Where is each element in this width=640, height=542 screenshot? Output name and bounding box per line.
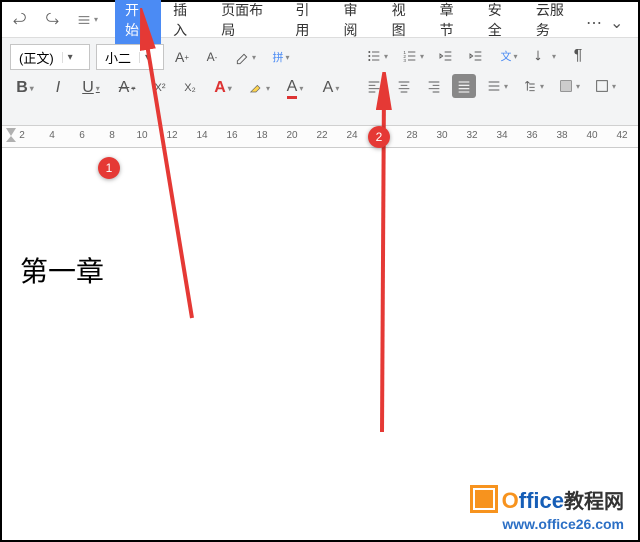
ruler-mark: 28 — [406, 130, 417, 141]
ribbon: (正文) ▾ 小二 ▾ A+ A- 拼 B I U A X² X₂ A — [2, 38, 638, 126]
undo-button[interactable] — [8, 8, 32, 32]
quick-access-toolbar — [8, 8, 114, 32]
document-heading[interactable]: 第一章 — [20, 250, 104, 290]
shrink-font-button[interactable]: A- — [200, 45, 224, 69]
ruler-mark: 42 — [616, 130, 627, 141]
callout-badge-2: 2 — [368, 126, 390, 148]
styles-group — [628, 38, 640, 104]
font-group: (正文) ▾ 小二 ▾ A+ A- 拼 B I U A X² X₂ A — [2, 38, 354, 106]
ruler-mark: 2 — [19, 130, 25, 141]
ruler-mark: 8 — [109, 130, 115, 141]
style-selector[interactable]: (正文) ▾ — [10, 44, 90, 70]
grow-font-button[interactable]: A+ — [170, 45, 194, 69]
justify-button[interactable] — [452, 74, 476, 98]
left-indent-marker[interactable] — [6, 128, 18, 142]
line-spacing-button[interactable] — [518, 74, 548, 98]
show-marks-button[interactable]: ¶ — [566, 44, 590, 68]
paragraph-group: 123 文 ¶ — [354, 38, 628, 104]
ruler-mark: 36 — [526, 130, 537, 141]
strikethrough-button[interactable]: A — [112, 76, 142, 100]
ruler-mark: 14 — [196, 130, 207, 141]
ruler-mark: 20 — [286, 130, 297, 141]
chevron-down-icon: ▾ — [62, 52, 78, 63]
decrease-indent-button[interactable] — [434, 44, 458, 68]
callout-badge-1: 1 — [98, 157, 120, 179]
ruler-mark: 24 — [346, 130, 357, 141]
borders-button[interactable] — [590, 74, 620, 98]
italic-button[interactable]: I — [46, 76, 70, 100]
ruler-mark: 22 — [316, 130, 327, 141]
tabbar-right: ⋯ ⌄ — [586, 13, 632, 27]
align-left-button[interactable] — [362, 74, 386, 98]
ruler-mark: 18 — [256, 130, 267, 141]
watermark-ffice: ffice — [519, 488, 564, 513]
phonetic-guide-button[interactable]: 拼 — [266, 45, 296, 69]
increase-indent-button[interactable] — [464, 44, 488, 68]
new-style-button[interactable] — [636, 74, 640, 98]
underline-button[interactable]: U — [76, 76, 106, 100]
ruler-mark: 10 — [136, 130, 147, 141]
font-size-selector[interactable]: 小二 ▾ — [96, 44, 164, 70]
office-logo-icon — [470, 485, 498, 513]
subscript-button[interactable]: X₂ — [178, 76, 202, 100]
shading-button[interactable] — [554, 74, 584, 98]
superscript-button[interactable]: X² — [148, 76, 172, 100]
ruler-mark: 12 — [166, 130, 177, 141]
numbering-button[interactable]: 123 — [398, 44, 428, 68]
ruler-mark: 4 — [49, 130, 55, 141]
clear-format-button[interactable] — [230, 45, 260, 69]
align-center-button[interactable] — [392, 74, 416, 98]
text-effects-button[interactable]: A — [208, 76, 238, 100]
align-right-button[interactable] — [422, 74, 446, 98]
ruler-mark: 16 — [226, 130, 237, 141]
chevron-down-icon: ▾ — [139, 52, 155, 63]
style-selector-value: (正文) — [11, 48, 62, 67]
char-shading-button[interactable]: A — [316, 76, 346, 100]
ruler-mark: 34 — [496, 130, 507, 141]
bullets-button[interactable] — [362, 44, 392, 68]
highlight-button[interactable] — [244, 76, 274, 100]
font-color-button[interactable]: A — [280, 76, 310, 100]
watermark-url: www.office26.com — [470, 516, 624, 532]
collapse-icon[interactable]: ⌄ — [610, 13, 624, 27]
sort-button[interactable] — [530, 44, 560, 68]
redo-button[interactable] — [40, 8, 64, 32]
font-size-value: 小二 — [97, 48, 139, 67]
ruler-mark: 30 — [436, 130, 447, 141]
watermark-cn: 教程网 — [564, 491, 624, 513]
watermark-o: O — [502, 488, 519, 513]
style-gallery-button[interactable] — [636, 44, 640, 68]
document-canvas[interactable]: 第一章 — [2, 150, 638, 540]
watermark: Office教程网 www.office26.com — [470, 485, 624, 532]
horizontal-ruler[interactable]: 24681012141618202224262830323436384042 — [2, 126, 638, 148]
svg-text:3: 3 — [403, 58, 406, 63]
text-direction-button[interactable]: 文 — [494, 44, 524, 68]
ruler-mark: 6 — [79, 130, 85, 141]
ruler-mark: 40 — [586, 130, 597, 141]
shrink-ribbon-icon[interactable]: ⋯ — [586, 13, 600, 27]
ruler-mark: 38 — [556, 130, 567, 141]
distribute-button[interactable] — [482, 74, 512, 98]
ruler-mark: 32 — [466, 130, 477, 141]
qat-more-button[interactable] — [72, 8, 102, 32]
tab-bar: 开始 插入 页面布局 引用 审阅 视图 章节 安全 云服务 ⋯ ⌄ — [2, 2, 638, 38]
bold-button[interactable]: B — [10, 76, 40, 100]
